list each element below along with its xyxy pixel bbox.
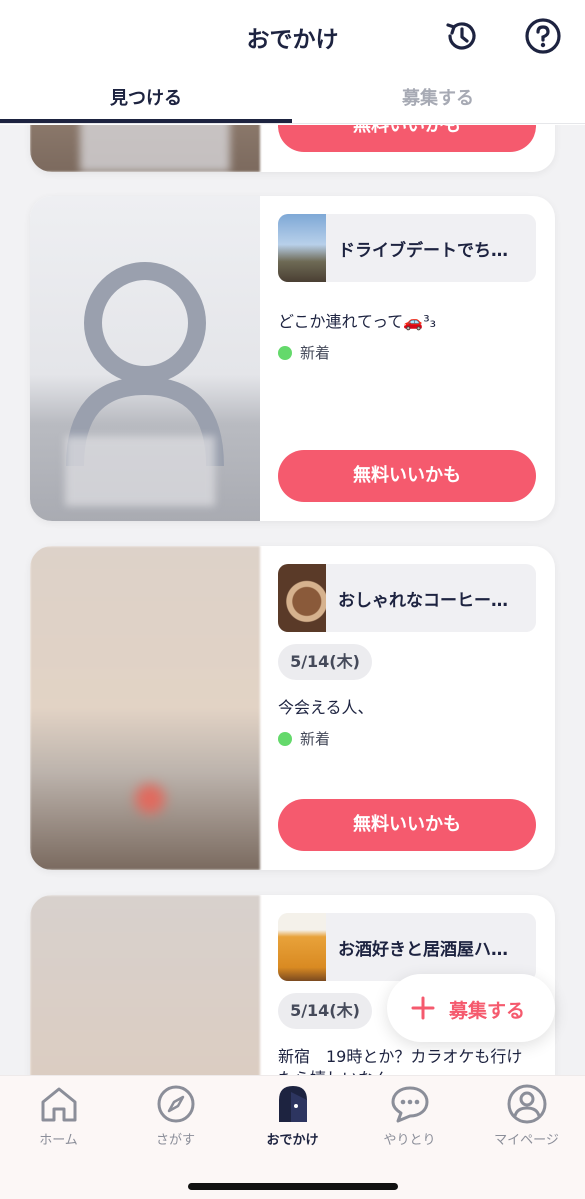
new-badge: 新着 bbox=[278, 342, 330, 363]
tab-divider bbox=[0, 123, 585, 124]
fab-label: 募集する bbox=[449, 1000, 526, 1022]
status-label: 新着 bbox=[300, 730, 331, 748]
page-title: おでかけ bbox=[246, 27, 339, 53]
plan-box[interactable]: おしゃれなコーヒー… bbox=[278, 564, 536, 632]
free-like-button[interactable]: 無料いいかも bbox=[278, 799, 536, 851]
status-dot bbox=[278, 732, 292, 746]
chat-icon bbox=[391, 1086, 428, 1123]
plan-box[interactable]: ドライブデートでち… bbox=[278, 214, 536, 282]
profile-photo[interactable] bbox=[30, 546, 260, 870]
nav-label: おでかけ bbox=[266, 1133, 319, 1148]
plus-icon bbox=[411, 996, 435, 1020]
outing-card[interactable]: ドライブデートでち… どこか連れてって🚗³₃ 新着 無料いいかも bbox=[30, 196, 555, 521]
plan-title: ドライブデートでち… bbox=[338, 241, 508, 261]
nav-label: マイページ bbox=[494, 1133, 559, 1148]
plan-box[interactable]: お酒好きと居酒屋ハ… bbox=[278, 913, 536, 981]
post-message: 今会える人、 bbox=[278, 698, 374, 717]
nav-messages[interactable]: やりとり bbox=[351, 1082, 468, 1152]
outing-card[interactable]: おしゃれなコーヒー… 5/14(木) 今会える人、 新着 無料いいかも bbox=[30, 546, 555, 870]
nav-label: やりとり bbox=[383, 1133, 436, 1148]
user-icon bbox=[507, 1084, 546, 1124]
nav-mypage[interactable]: マイページ bbox=[468, 1082, 585, 1152]
app-header: おでかけ 見つける 募集する bbox=[0, 0, 585, 125]
status-dot bbox=[278, 346, 292, 360]
date-pill: 5/14(木) bbox=[278, 644, 372, 680]
free-like-button[interactable]: 無料いいかも bbox=[278, 450, 536, 502]
bottom-nav: ホーム さがす おでかけ やりとり マイページ bbox=[0, 1075, 585, 1199]
history-icon[interactable] bbox=[442, 17, 480, 55]
nav-label: ホーム bbox=[39, 1133, 78, 1148]
default-avatar-photo[interactable] bbox=[30, 196, 260, 521]
home-indicator bbox=[188, 1183, 398, 1190]
date-pill: 5/14(木) bbox=[278, 993, 372, 1029]
plan-title: おしゃれなコーヒー… bbox=[338, 591, 508, 611]
nav-label: さがす bbox=[155, 1133, 195, 1148]
help-icon[interactable] bbox=[524, 17, 562, 55]
door-icon bbox=[278, 1086, 307, 1122]
post-message: どこか連れてって🚗³₃ bbox=[278, 312, 437, 331]
tab-find[interactable]: 見つける bbox=[0, 84, 292, 110]
status-label: 新着 bbox=[300, 344, 331, 362]
nav-outing[interactable]: おでかけ bbox=[234, 1082, 351, 1152]
post-message: 新宿 19時とか？カラオケも行け bbox=[278, 1047, 523, 1066]
compass-icon bbox=[157, 1085, 194, 1123]
nav-search[interactable]: さがす bbox=[117, 1082, 234, 1152]
plan-thumbnail bbox=[278, 214, 326, 282]
plan-thumbnail bbox=[278, 564, 326, 632]
recruit-fab-button[interactable]: 募集する bbox=[387, 974, 555, 1042]
plan-title: お酒好きと居酒屋ハ… bbox=[338, 940, 508, 960]
new-badge: 新着 bbox=[278, 728, 330, 749]
tab-recruit[interactable]: 募集する bbox=[292, 84, 584, 110]
home-icon bbox=[41, 1087, 76, 1122]
nav-home[interactable]: ホーム bbox=[0, 1082, 117, 1152]
plan-thumbnail bbox=[278, 913, 326, 981]
